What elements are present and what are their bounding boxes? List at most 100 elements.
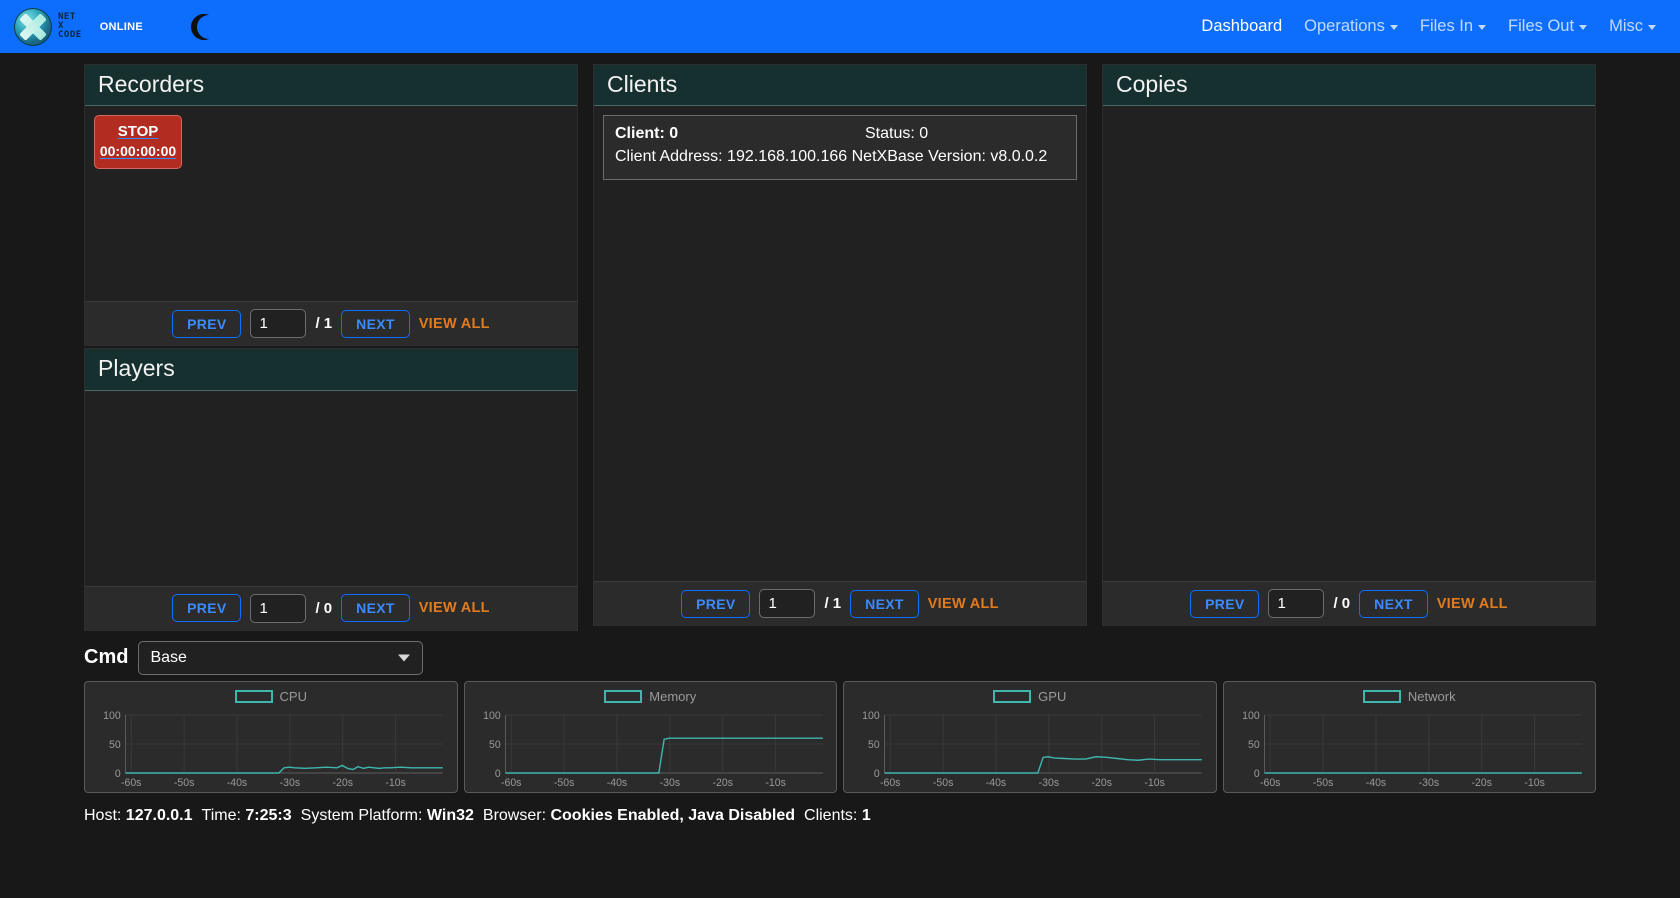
svg-text:50: 50 [868, 739, 880, 751]
chart-plot-area: 0 50 100 -60s -50s -40s -30s -20s -10s [473, 707, 829, 791]
nav-link-dashboard[interactable]: Dashboard [1201, 17, 1282, 36]
copies-page-total: / 0 [1333, 595, 1351, 613]
recorder-timecode: 00:00:00:00 [99, 143, 177, 160]
svg-text:-10s: -10s [1144, 777, 1164, 789]
metrics-charts: CPU 0 50 100 -60s -50s -40s -30s -20s -10s Memory 0… [0, 680, 1680, 793]
column-right: Copies PREV / 0 NEXT VIEW ALL [1102, 64, 1596, 627]
panel-recorders-body: STOP 00:00:00:00 [85, 106, 577, 302]
players-view-all-link[interactable]: VIEW ALL [419, 600, 490, 616]
clients-next-button[interactable]: NEXT [850, 589, 919, 618]
nav-link-files-out[interactable]: Files Out [1508, 17, 1588, 36]
panel-clients-body: Client: 0 Status: 0 Client Address: 192.… [594, 106, 1086, 582]
recorder-stop-button[interactable]: STOP 00:00:00:00 [94, 115, 182, 170]
legend-swatch-icon [993, 690, 1032, 704]
recorders-view-all-link[interactable]: VIEW ALL [419, 316, 490, 332]
svg-text:0: 0 [115, 768, 121, 780]
svg-text:-50s: -50s [1312, 777, 1332, 789]
status-browser-value: Cookies Enabled, Java Disabled [550, 806, 796, 824]
svg-text:-30s: -30s [1039, 777, 1059, 789]
status-platform-value: Win32 [426, 806, 474, 824]
clients-page-total: / 1 [824, 595, 842, 613]
svg-text:-30s: -30s [659, 777, 679, 789]
panel-clients: Clients Client: 0 Status: 0 Client Addre… [593, 64, 1087, 627]
legend-swatch-icon [1362, 690, 1401, 704]
nav-link-dashboard-label: Dashboard [1201, 17, 1283, 35]
copies-page-input[interactable] [1268, 589, 1325, 619]
nav-link-operations[interactable]: Operations [1304, 17, 1398, 36]
svg-text:-20s: -20s [1092, 777, 1112, 789]
copies-next-button[interactable]: NEXT [1359, 589, 1428, 618]
recorders-prev-button[interactable]: PREV [172, 309, 242, 338]
nav-link-misc[interactable]: Misc [1609, 17, 1656, 36]
svg-text:-20s: -20s [1471, 777, 1491, 789]
svg-text:100: 100 [103, 710, 121, 722]
svg-text:-60s: -60s [1260, 777, 1280, 789]
svg-text:0: 0 [1253, 768, 1259, 780]
legend-swatch-icon [234, 690, 273, 704]
svg-text:0: 0 [874, 768, 880, 780]
panel-recorders: Recorders STOP 00:00:00:00 PREV / 1 NEXT… [84, 64, 578, 347]
nav-link-operations-label: Operations [1304, 17, 1385, 35]
status-time-label: Time: [201, 806, 241, 824]
panel-copies-title: Copies [1103, 65, 1595, 107]
status-platform-label: System Platform: [300, 806, 423, 824]
recorders-page-input[interactable] [250, 309, 307, 339]
svg-text:-50s: -50s [933, 777, 953, 789]
cmd-row: Cmd Base [0, 631, 1680, 681]
chart-title: Memory [649, 689, 697, 705]
brand-line-3: CODE [58, 30, 82, 40]
chevron-down-icon [1389, 25, 1398, 30]
clients-view-all-link[interactable]: VIEW ALL [928, 596, 999, 612]
status-time-value: 7:25:3 [245, 806, 292, 824]
panel-players-title: Players [85, 349, 577, 391]
svg-text:-10s: -10s [385, 777, 405, 789]
clients-page-input[interactable] [759, 589, 816, 619]
svg-text:-60s: -60s [501, 777, 521, 789]
svg-text:-40s: -40s [986, 777, 1006, 789]
brand-logo-group[interactable]: NET X CODE [14, 7, 82, 46]
nav-link-files-in-label: Files In [1419, 17, 1474, 35]
recorders-next-button[interactable]: NEXT [341, 309, 410, 338]
chart-plot-area: 0 50 100 -60s -50s -40s -30s -20s -10s [1232, 707, 1588, 791]
status-clients: Clients: 1 [804, 807, 871, 825]
moon-icon[interactable] [185, 10, 219, 44]
client-list-item[interactable]: Client: 0 Status: 0 Client Address: 192.… [603, 115, 1077, 181]
svg-text:-50s: -50s [174, 777, 194, 789]
svg-text:100: 100 [862, 710, 880, 722]
client-status-label: Status: 0 [865, 125, 929, 143]
players-next-button[interactable]: NEXT [341, 594, 410, 623]
svg-text:50: 50 [109, 739, 121, 751]
chevron-down-icon [1648, 25, 1656, 30]
status-clients-value: 1 [861, 806, 871, 824]
svg-text:-40s: -40s [1365, 777, 1385, 789]
legend-swatch-icon [604, 690, 643, 704]
client-id-label: Client: 0 [615, 125, 679, 143]
panel-copies-pager: PREV / 0 NEXT VIEW ALL [1103, 581, 1595, 626]
status-time: Time: 7:25:3 [202, 807, 292, 825]
svg-text:-40s: -40s [227, 777, 247, 789]
chart-legend-cpu: CPU [93, 688, 449, 706]
clients-prev-button[interactable]: PREV [681, 589, 751, 618]
players-page-input[interactable] [250, 593, 307, 623]
client-address-label: Client Address: 192.168.100.166 NetXBase… [615, 148, 1048, 166]
status-host-value: 127.0.0.1 [125, 806, 193, 824]
status-bar: Host: 127.0.0.1 Time: 7:25:3 System Plat… [0, 793, 1680, 825]
cmd-select[interactable]: Base [138, 640, 424, 675]
panel-recorders-title: Recorders [85, 65, 577, 107]
chart-plot-area: 0 50 100 -60s -50s -40s -30s -20s -10s [93, 707, 449, 791]
client-summary-row: Client: 0 Status: 0 [615, 125, 1065, 143]
status-clients-label: Clients: [804, 806, 858, 824]
copies-prev-button[interactable]: PREV [1190, 589, 1260, 618]
chart-title: CPU [279, 689, 307, 705]
nav-link-misc-label: Misc [1609, 17, 1643, 35]
nav-link-files-in[interactable]: Files In [1419, 17, 1487, 36]
svg-text:-10s: -10s [1524, 777, 1544, 789]
copies-view-all-link[interactable]: VIEW ALL [1437, 596, 1508, 612]
svg-text:100: 100 [1242, 710, 1260, 722]
chart-title: Network [1407, 689, 1456, 705]
panel-recorders-pager: PREV / 1 NEXT VIEW ALL [85, 301, 577, 346]
panel-players-pager: PREV / 0 NEXT VIEW ALL [85, 585, 577, 630]
recorders-page-total: / 1 [315, 315, 333, 333]
chevron-down-icon [398, 654, 411, 662]
players-prev-button[interactable]: PREV [172, 594, 242, 623]
